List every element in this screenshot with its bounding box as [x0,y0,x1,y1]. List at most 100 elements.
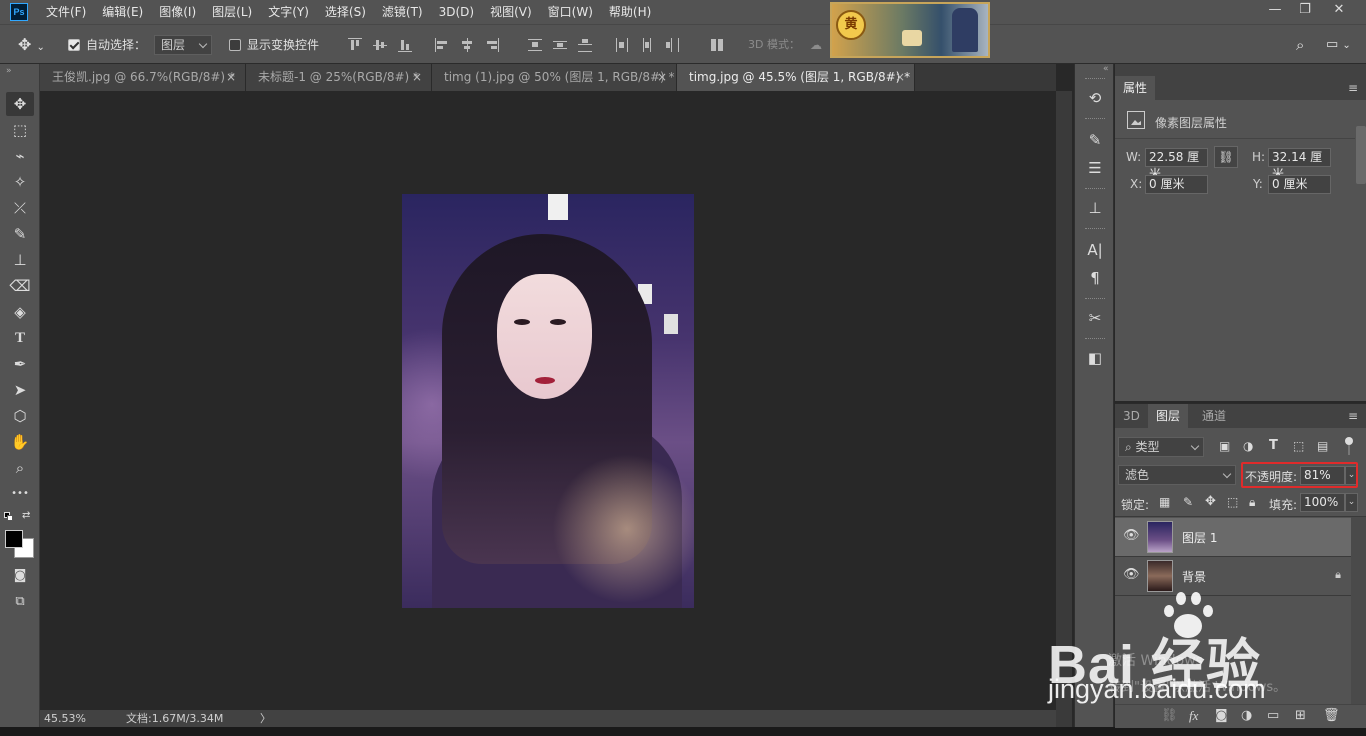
paragraph-icon[interactable]: ¶ [1085,268,1105,288]
lock-artboard-icon[interactable]: ⬚ [1227,495,1238,509]
group-icon[interactable]: ▭ [1267,708,1279,723]
height-field[interactable]: 32.14 厘米 [1268,148,1331,181]
distribute-bottom-icon[interactable] [578,38,592,52]
brush-tool-icon[interactable]: ✎ [6,222,34,246]
screen-mode-icon[interactable]: ⧉ [6,590,34,614]
tool-presets-icon[interactable]: ✂ [1085,308,1105,328]
zoom-level[interactable]: 45.53% [44,710,86,727]
tab-timg-1[interactable]: timg (1).jpg @ 50% (图层 1, RGB/8#) * × [432,64,677,91]
menu-filter[interactable]: 滤镜(T) [374,0,431,24]
eyedropper-tool-icon[interactable]: ⤫ [6,196,34,220]
blend-mode-dropdown[interactable]: 滤色 [1118,465,1236,485]
layer-row-background[interactable]: 👁︎ 背景 🔒︎ [1115,557,1351,595]
align-left-icon[interactable] [435,38,449,52]
filter-smart-object-icon[interactable]: ▤ [1317,439,1328,453]
clone-source-icon[interactable]: ⊥ [1085,198,1105,218]
move-tool-icon[interactable]: ✥ [6,92,34,116]
canvas-scrollbar[interactable] [1056,91,1072,727]
pen-tool-icon[interactable]: ✒ [6,352,34,376]
history-icon[interactable]: ⟲ [1085,88,1105,108]
canvas-area[interactable] [40,91,1056,710]
tab-timg[interactable]: timg.jpg @ 45.5% (图层 1, RGB/8#) * × [677,64,915,91]
paint-bucket-tool-icon[interactable]: ◈ [6,300,34,324]
distribute-vcenter-icon[interactable] [553,38,567,52]
layer-name[interactable]: 图层 1 [1182,529,1217,546]
align-bottom-icon[interactable] [398,38,412,52]
eraser-tool-icon[interactable]: ⌫ [6,274,34,298]
lock-transparent-icon[interactable]: ▦ [1159,495,1170,509]
align-vcenter-icon[interactable] [373,38,387,52]
menu-3d[interactable]: 3D(D) [431,0,482,24]
magic-wand-tool-icon[interactable]: ✧ [6,170,34,194]
menu-type[interactable]: 文字(Y) [260,0,317,24]
workspace-icon[interactable]: ▭ ⌄ [1326,35,1351,55]
tab-3d[interactable]: 3D [1115,404,1148,428]
adjustments-icon[interactable]: ☰ [1085,158,1105,178]
menu-image[interactable]: 图像(I) [151,0,204,24]
shape-tool-icon[interactable]: ⬡ [6,404,34,428]
close-button[interactable]: ✕ [1324,0,1354,22]
tab-channels[interactable]: 通道 [1194,404,1234,428]
y-position-field[interactable]: 0 厘米 [1268,175,1331,194]
lock-pixels-icon[interactable]: ✎ [1183,495,1193,509]
minimize-button[interactable]: — [1260,0,1290,22]
brush-presets-icon[interactable]: ✎ [1085,130,1105,150]
close-icon[interactable]: × [657,64,667,90]
auto-select-checkbox[interactable]: 自动选择： [68,35,146,55]
adjustment-icon[interactable]: ◑ [1241,708,1252,723]
x-position-field[interactable]: 0 厘米 [1145,175,1208,194]
fill-field[interactable]: 100% [1300,493,1345,512]
quick-mask-icon[interactable]: ◙ [6,564,34,588]
lock-position-icon[interactable]: ✥ [1205,494,1216,509]
filter-adjustment-icon[interactable]: ◑ [1243,439,1253,453]
auto-select-target-dropdown[interactable]: 图层 [154,35,212,55]
panel-menu-icon[interactable]: ≡ [1348,404,1358,428]
stamp-tool-icon[interactable]: ⊥ [6,248,34,272]
show-transform-checkbox[interactable]: 显示变换控件 [229,35,319,55]
marquee-tool-icon[interactable]: ⬚ [6,118,34,142]
zoom-tool-icon[interactable]: ⌕ [6,456,34,480]
tab-untitled-1[interactable]: 未标题-1 @ 25%(RGB/8#) * × [246,64,432,91]
distribute-right-icon[interactable] [665,38,679,52]
width-field[interactable]: 22.58 厘米 [1145,148,1208,181]
align-right-icon[interactable] [485,38,499,52]
close-icon[interactable]: × [895,64,905,90]
filter-shape-icon[interactable]: ⬚ [1293,439,1304,453]
move-tool-preset-icon[interactable]: ✥ ⌄ [18,35,45,55]
search-icon[interactable]: ⌕ [1296,35,1304,55]
align-top-icon[interactable] [348,38,362,52]
link-dimensions-icon[interactable]: ⛓ [1214,146,1238,168]
fill-slider-toggle[interactable]: ⌄ [1345,493,1358,512]
menu-edit[interactable]: 编辑(E) [94,0,151,24]
new-layer-icon[interactable]: ⊞ [1295,708,1306,723]
auto-align-icon[interactable] [710,38,724,52]
tab-wangjunkai[interactable]: 王俊凯.jpg @ 66.7%(RGB/8#) * × [40,64,246,91]
distribute-hcenter-icon[interactable] [640,38,654,52]
mask-icon[interactable]: ◙ [1215,708,1228,723]
type-tool-icon[interactable]: T [6,326,34,350]
panel-menu-icon[interactable]: ≡ [1348,76,1358,100]
visibility-eye-icon[interactable]: 👁︎ [1123,529,1140,543]
hand-tool-icon[interactable]: ✋ [6,430,34,454]
link-layers-icon[interactable]: ⛓ [1161,708,1178,723]
distribute-top-icon[interactable] [528,38,542,52]
navigator-icon[interactable]: ◧ [1085,348,1105,368]
document-image[interactable] [402,194,694,608]
filter-pixel-icon[interactable]: ▣ [1219,439,1230,453]
lock-all-icon[interactable]: 🔒︎ [1249,495,1255,510]
delete-icon[interactable]: 🗑︎ [1323,708,1340,723]
close-icon[interactable]: × [226,64,236,90]
layer-name[interactable]: 背景 [1182,568,1206,585]
layers-scrollbar[interactable] [1351,517,1366,704]
align-hcenter-icon[interactable] [460,38,474,52]
filter-toggle-icon[interactable] [1345,437,1353,457]
menu-file[interactable]: 文件(F) [38,0,94,24]
menu-select[interactable]: 选择(S) [317,0,374,24]
foreground-color-swatch[interactable] [5,530,23,548]
tab-layers[interactable]: 图层 [1148,404,1189,428]
swap-colors-icon[interactable]: ⇄ [22,510,30,521]
tab-properties[interactable]: 属性 [1115,76,1155,100]
lasso-tool-icon[interactable]: ⌁ [6,144,34,168]
properties-scrollbar[interactable] [1356,126,1366,184]
menu-layer[interactable]: 图层(L) [204,0,260,24]
